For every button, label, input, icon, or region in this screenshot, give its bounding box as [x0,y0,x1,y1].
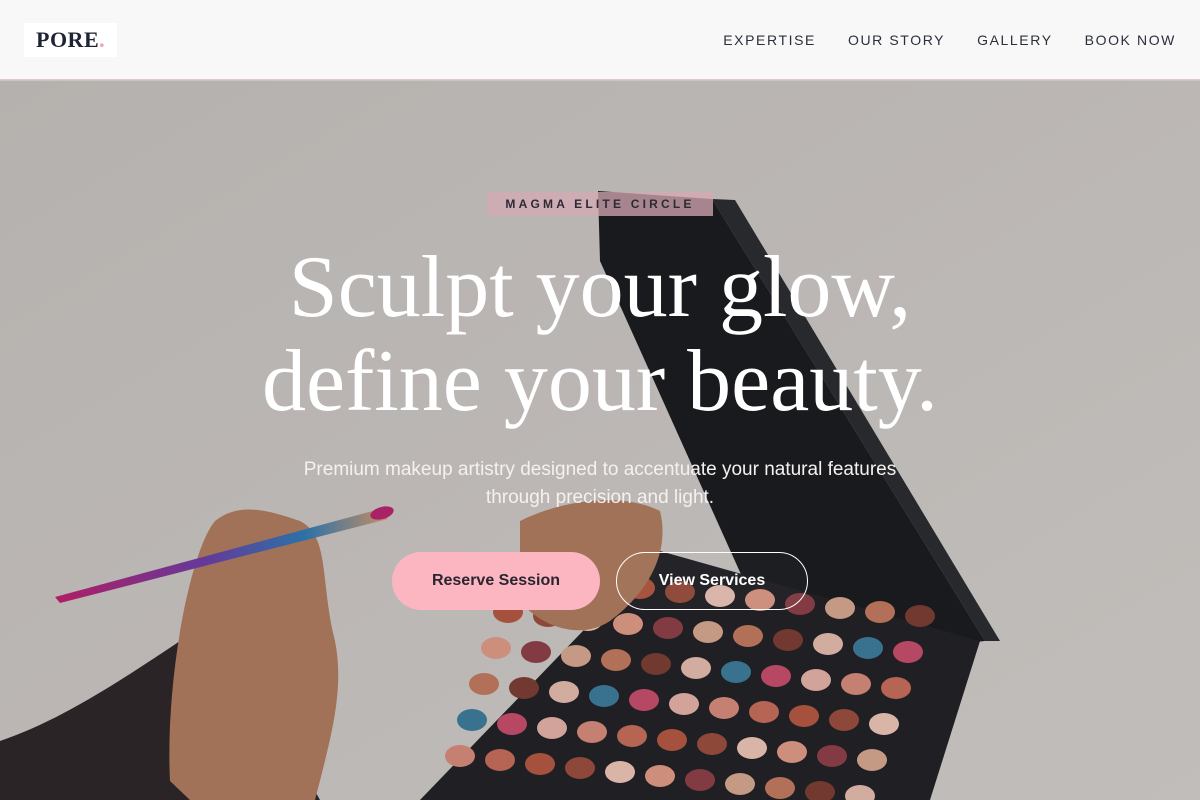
hero-overlay [0,81,1200,800]
subtext-line-1: Premium makeup artistry designed to acce… [303,459,897,480]
headline-line-1: Sculpt your glow, [288,239,912,336]
reserve-session-button[interactable]: Reserve Session [392,552,600,610]
hero-headline: Sculpt your glow, define your beauty. [0,241,1200,429]
hero-subtext: Premium makeup artistry designed to acce… [260,456,940,512]
headline-line-2: define your beauty. [261,333,939,430]
nav-gallery[interactable]: GALLERY [977,32,1053,48]
nav-expertise[interactable]: EXPERTISE [723,32,816,48]
site-header: PORE. EXPERTISE OUR STORY GALLERY BOOK N… [0,0,1200,80]
subtext-line-2: through precision and light. [485,487,715,508]
logo-text: PORE [36,26,100,52]
nav-book-now[interactable]: BOOK NOW [1085,32,1176,48]
hero-section: MAGMA ELITE CIRCLE Sculpt your glow, def… [0,81,1200,800]
logo[interactable]: PORE. [24,22,118,57]
logo-dot: . [99,26,106,52]
membership-badge: MAGMA ELITE CIRCLE [487,192,713,216]
main-nav: EXPERTISE OUR STORY GALLERY BOOK NOW [723,32,1176,48]
view-services-button[interactable]: View Services [616,552,808,610]
nav-our-story[interactable]: OUR STORY [848,32,945,48]
